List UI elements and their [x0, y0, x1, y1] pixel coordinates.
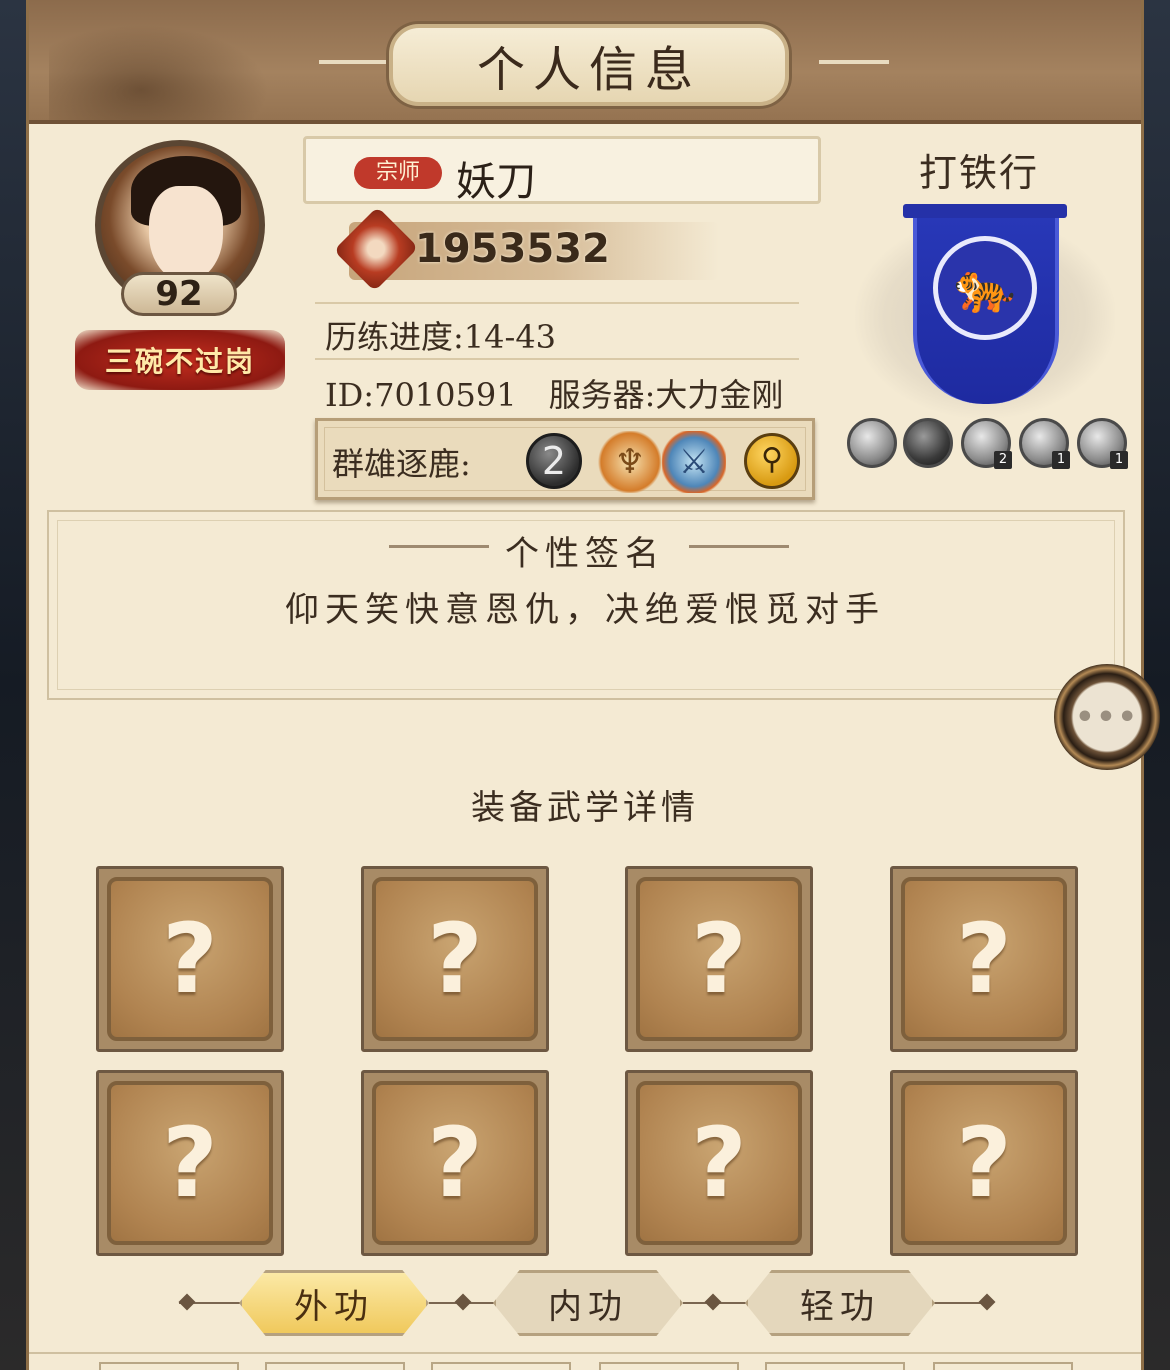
- crossed-swords-medal-icon[interactable]: ⚔: [662, 431, 726, 493]
- tab-neigong[interactable]: 内功: [493, 1270, 683, 1336]
- unknown-icon: ?: [956, 903, 1012, 1015]
- rank-tag: 宗师: [354, 157, 442, 189]
- equipment-slot[interactable]: ?: [890, 1070, 1078, 1256]
- unknown-icon: ?: [691, 903, 747, 1015]
- divider: [315, 358, 799, 360]
- unknown-icon: ?: [691, 1107, 747, 1219]
- diamond-ornament: [704, 1293, 722, 1311]
- equipment-slot[interactable]: ?: [890, 866, 1078, 1052]
- tab-waigong[interactable]: 外功: [239, 1270, 429, 1336]
- id-server-text: ID:7010591 服务器:大力金刚: [325, 376, 784, 414]
- equipment-heading: 装备武学详情: [471, 788, 699, 828]
- guild-name: 打铁行: [919, 151, 1040, 195]
- name-box: 宗师 妖刀: [303, 136, 821, 205]
- level-badge: 92: [121, 272, 237, 316]
- slot-inner: ?: [372, 1081, 538, 1245]
- slot-inner: ?: [636, 877, 802, 1041]
- equipment-slot[interactable]: ?: [625, 1070, 813, 1256]
- tiger-medal-icon[interactable]: [847, 418, 897, 468]
- dragon-medal-icon[interactable]: 1: [1019, 418, 1070, 469]
- profile-panel: 个人信息 92 三碗不过岗 宗师 妖刀 1953532 历练进度:14-43 I…: [26, 0, 1144, 1370]
- slot-inner: ?: [107, 877, 273, 1041]
- title-badge[interactable]: 三碗不过岗: [75, 330, 285, 390]
- mountain-decoration: [49, 20, 279, 120]
- equipment-slot[interactable]: ?: [361, 866, 549, 1052]
- bottom-cell: [599, 1362, 739, 1370]
- tiger-medal-icon[interactable]: 2: [961, 418, 1012, 469]
- avatar-face: [149, 186, 223, 282]
- equipment-slot[interactable]: ?: [96, 866, 284, 1052]
- slot-inner: ?: [636, 1081, 802, 1245]
- page-title: 个人信息: [476, 42, 701, 98]
- arena-rank-icon[interactable]: 2: [526, 433, 582, 489]
- title-ornament-left: [319, 60, 389, 64]
- dragon-medal-icon[interactable]: 1: [1077, 418, 1128, 469]
- medal-count: 2: [994, 451, 1012, 469]
- slot-inner: ?: [901, 877, 1067, 1041]
- arena-box: 群雄逐鹿: 2 ♆ ⚔ ⚲: [315, 418, 815, 500]
- diamond-ornament: [454, 1293, 472, 1311]
- divider: [315, 302, 799, 304]
- signature-text: 仰天笑快意恩仇，决绝爱恨觅对手: [285, 590, 885, 630]
- equipment-slot[interactable]: ?: [96, 1070, 284, 1256]
- tab-qinggong[interactable]: 轻功: [745, 1270, 935, 1336]
- player-name: 妖刀: [456, 159, 536, 205]
- signature-heading: 个性签名: [505, 534, 665, 574]
- bottom-cell: [933, 1362, 1073, 1370]
- equipment-slot[interactable]: ?: [625, 866, 813, 1052]
- slot-inner: ?: [372, 877, 538, 1041]
- trident-medal-icon[interactable]: ♆: [598, 431, 662, 493]
- bottom-cell: [431, 1362, 571, 1370]
- beast-medal-icon[interactable]: [903, 418, 953, 468]
- title-ornament-right: [819, 60, 889, 64]
- unknown-icon: ?: [162, 903, 218, 1015]
- title-plate: 个人信息: [389, 24, 789, 106]
- chat-bubble-icon: •••: [1075, 699, 1139, 735]
- bottom-cell: [765, 1362, 905, 1370]
- medal-count: 1: [1052, 451, 1070, 469]
- title-badge-text: 三碗不过岗: [104, 345, 255, 378]
- unknown-icon: ?: [427, 1107, 483, 1219]
- unknown-icon: ?: [956, 1107, 1012, 1219]
- banner-rod: [903, 204, 1067, 218]
- progress-text: 历练进度:14-43: [325, 318, 557, 356]
- equipment-slot[interactable]: ?: [361, 1070, 549, 1256]
- bottom-cell: [99, 1362, 239, 1370]
- chat-button[interactable]: •••: [1054, 664, 1160, 770]
- arena-label: 群雄逐鹿:: [332, 445, 471, 483]
- power-value: 1953532: [415, 226, 610, 272]
- unknown-icon: ?: [162, 1107, 218, 1219]
- tiger-emblem-icon: 🐅: [933, 236, 1037, 340]
- bottom-cell: [265, 1362, 405, 1370]
- slot-inner: ?: [901, 1081, 1067, 1245]
- slot-inner: ?: [107, 1081, 273, 1245]
- diamond-ornament: [178, 1293, 196, 1311]
- medal-count: 1: [1110, 451, 1128, 469]
- diamond-ornament: [978, 1293, 996, 1311]
- unknown-icon: ?: [427, 903, 483, 1015]
- search-button[interactable]: ⚲: [744, 433, 800, 489]
